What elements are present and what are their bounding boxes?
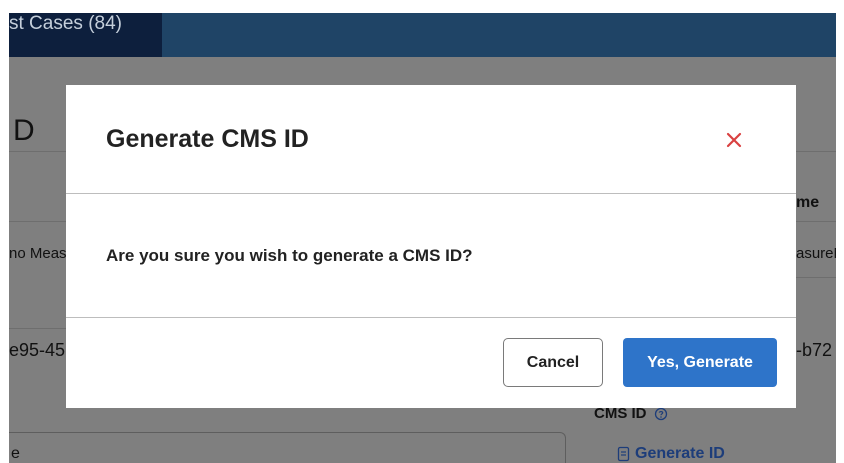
row2-cell-right: -b72 (796, 340, 833, 360)
divider (796, 151, 836, 152)
row2-cell-left: e95-45 (9, 340, 66, 360)
divider (9, 221, 66, 222)
generate-cms-id-dialog: Generate CMS ID Are you sure you wish to… (66, 85, 796, 408)
column-header-fragment: me (796, 194, 820, 211)
close-button[interactable] (721, 127, 747, 153)
divider (9, 328, 66, 329)
dialog-title: Generate CMS ID (106, 125, 309, 153)
tab-test-cases[interactable]: st Cases (84) (9, 13, 162, 57)
dialog-body: Are you sure you wish to generate a CMS … (66, 194, 796, 318)
right-margin (836, 0, 844, 463)
divider (796, 221, 836, 222)
left-margin (0, 0, 9, 463)
help-circle-icon[interactable] (654, 407, 668, 421)
divider (796, 277, 836, 278)
input-value-fragment: e (11, 445, 20, 462)
section-title-fragment: D (13, 114, 35, 147)
dialog-header: Generate CMS ID (66, 85, 796, 194)
dialog-message: Are you sure you wish to generate a CMS … (106, 246, 473, 265)
page-background: st Cases (84) D me no Meas asureN e95-45… (0, 0, 844, 463)
close-icon (726, 132, 742, 148)
confirm-generate-button[interactable]: Yes, Generate (623, 338, 777, 387)
text-input-box[interactable] (9, 432, 566, 463)
generate-id-link[interactable]: Generate ID (635, 445, 725, 463)
divider (9, 151, 66, 152)
top-navigation-bar: st Cases (84) (9, 13, 836, 57)
row1-cell-left: no Meas (9, 245, 66, 262)
tab-test-cases-label: st Cases (84) (9, 13, 122, 34)
cancel-button[interactable]: Cancel (503, 338, 603, 387)
row1-cell-right: asureN (796, 245, 836, 262)
document-icon (617, 446, 631, 462)
